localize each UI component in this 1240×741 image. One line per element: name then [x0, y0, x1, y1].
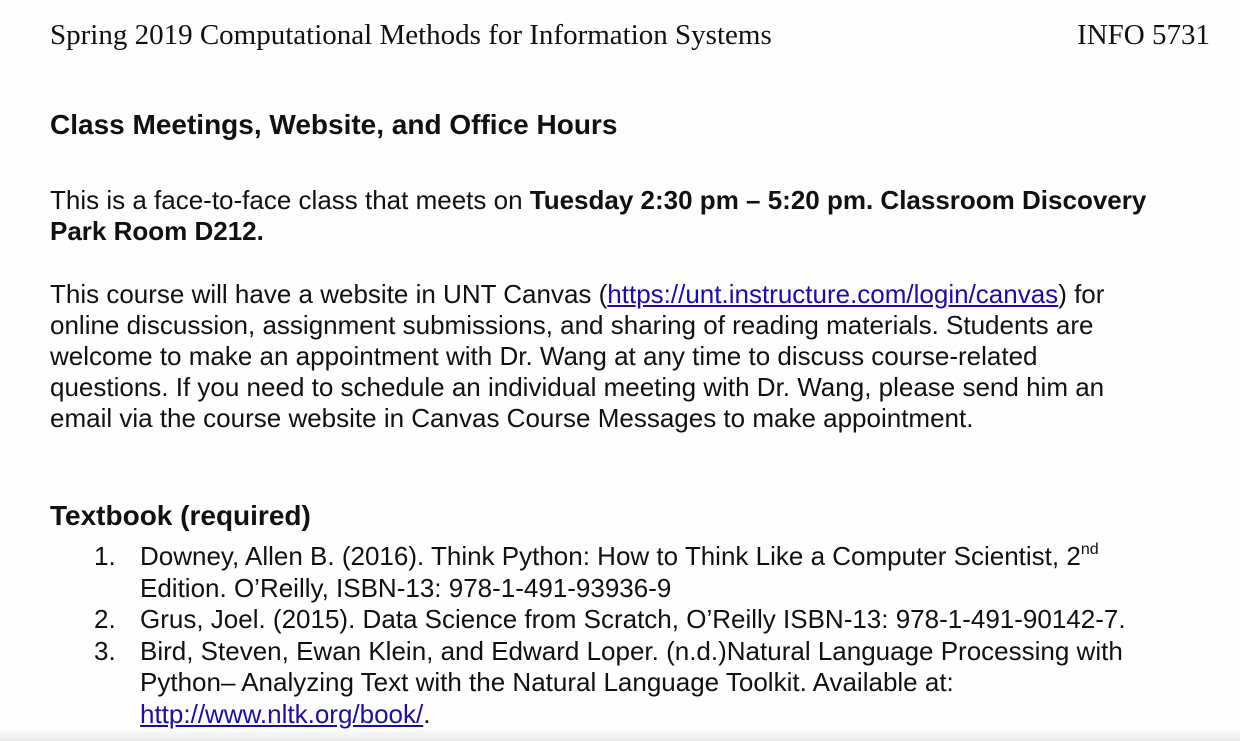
header-course-title: Spring 2019 Computational Methods for In…: [50, 19, 772, 51]
canvas-link[interactable]: https://unt.instructure.com/login/canvas: [607, 279, 1058, 309]
website-line-5: email via the course website in Canvas C…: [50, 403, 974, 433]
list-number: 2.: [94, 604, 116, 634]
textbook-item-3-line-3: http://www.nltk.org/book/.: [140, 699, 1215, 731]
textbook-item-1-line-2: Edition. O’Reilly, ISBN-13: 978-1-491-93…: [140, 572, 672, 603]
textbook-item-1-line-1: Downey, Allen B. (2016). Think Python: H…: [140, 541, 1215, 573]
list-number: 1.: [94, 541, 116, 571]
textbook-item-1: 1. Downey, Allen B. (2016). Think Python…: [50, 541, 1215, 604]
edition-superscript: nd: [1080, 541, 1099, 558]
document-page: Spring 2019 Computational Methods for In…: [0, 0, 1240, 741]
website-line-2: online discussion, assignment submission…: [50, 310, 1094, 340]
textbook-item-3-line-1: Bird, Steven, Ewan Klein, and Edward Lop…: [140, 635, 1123, 666]
page-bottom-shadow: [0, 729, 1240, 741]
textbook-item-3-period: .: [423, 698, 431, 729]
textbook-item-3: 3. Bird, Steven, Ewan Klein, and Edward …: [50, 636, 1215, 731]
website-lead-text: This course will have a website in UNT C…: [50, 279, 608, 309]
website-line-4: questions. If you need to schedule an in…: [50, 372, 1105, 402]
website-line-3: welcome to make an appointment with Dr. …: [50, 341, 1038, 371]
meetings-time-text: Tuesday 2:30 pm – 5:20 pm. Classroom Dis…: [529, 185, 1147, 215]
meetings-line-1: This is a face-to-face class that meets …: [50, 185, 1215, 216]
meetings-paragraph: This is a face-to-face class that meets …: [50, 185, 1215, 247]
textbook-heading: Textbook (required): [50, 500, 311, 531]
website-paragraph: This course will have a website in UNT C…: [50, 279, 1215, 434]
header-course-code: INFO 5731: [1077, 19, 1210, 51]
website-line-1: This course will have a website in UNT C…: [50, 279, 1215, 310]
list-number: 3.: [94, 635, 116, 666]
meetings-room-text: Park Room D212.: [50, 216, 264, 246]
website-after-link-text: ) for: [1058, 279, 1105, 309]
nltk-book-link[interactable]: http://www.nltk.org/book/: [140, 699, 423, 729]
textbook-list: 1. Downey, Allen B. (2016). Think Python…: [50, 541, 1215, 730]
meetings-heading: Class Meetings, Website, and Office Hour…: [50, 109, 618, 140]
textbook-item-3-line-2: Python– Analyzing Text with the Natural …: [140, 667, 954, 697]
textbook-item-2-line-1: Grus, Joel. (2015). Data Science from Sc…: [140, 604, 1126, 634]
textbook-item-2: 2. Grus, Joel. (2015). Data Science from…: [50, 604, 1215, 636]
textbook-item-1-text: Downey, Allen B. (2016). Think Python: H…: [140, 541, 1081, 571]
meetings-line-2: Park Room D212.: [50, 216, 1215, 247]
meetings-lead-text: This is a face-to-face class that meets …: [50, 185, 530, 215]
